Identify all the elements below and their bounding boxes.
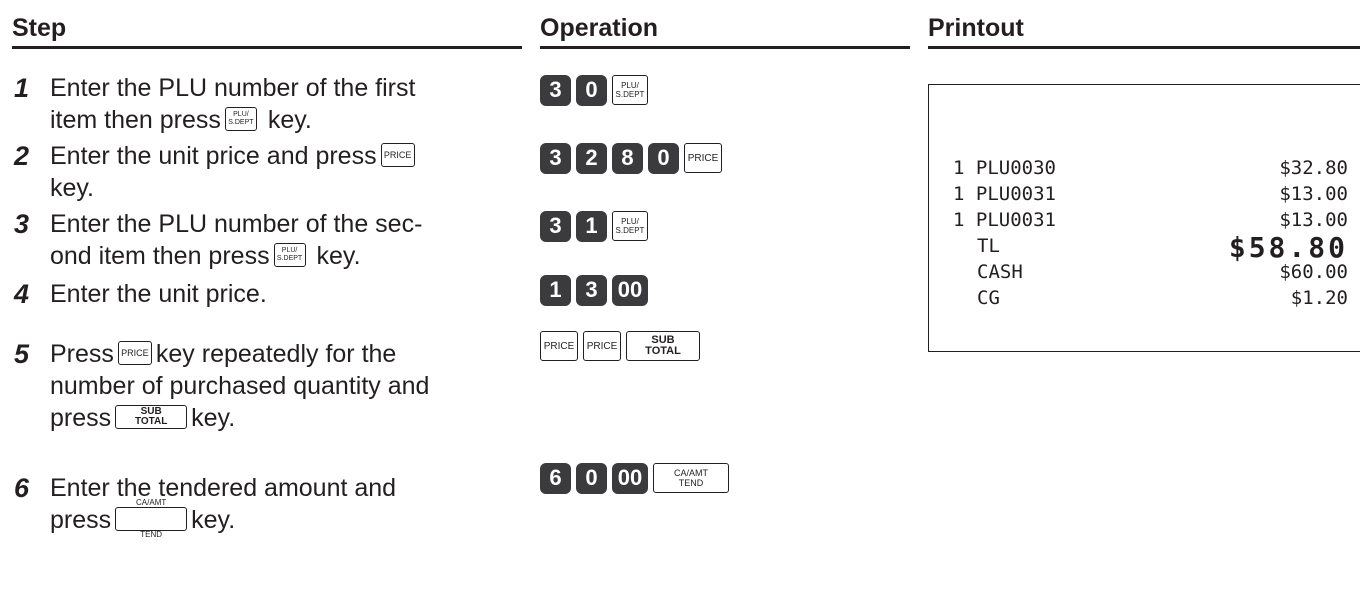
numeric-key: 00 [612, 462, 648, 494]
step-number: 1 [14, 73, 30, 103]
step-number: 3 [14, 209, 30, 239]
cash-amount: $60.00 [1279, 261, 1348, 283]
step-text: press [50, 404, 112, 432]
step-text: Enter the PLU number of the first [50, 74, 416, 102]
receipt-line: 1 PLU0030 $32.80 [953, 157, 1348, 183]
printout-header: Printout [928, 14, 1024, 42]
numeric-key: 00 [612, 274, 648, 306]
step-text: Enter the PLU number of the sec- [50, 210, 423, 238]
receipt-cash-line: CASH $60.00 [953, 261, 1348, 287]
receipt-change-line: CG $1.20 [953, 287, 1348, 313]
operation-step-1: 3 0 PLU/S.DEPT [540, 74, 648, 106]
step-number: 6 [14, 473, 30, 503]
numeric-key: 2 [576, 142, 607, 174]
cash-label: CASH [977, 261, 1023, 283]
numeric-key: 1 [540, 274, 571, 306]
ca-amt-tend-key-icon: CA/AMT TEND [115, 498, 188, 539]
price-key-icon: PRICE [583, 331, 621, 361]
step-text: press [50, 506, 112, 534]
receipt-item: 1 PLU0031 [953, 209, 1056, 231]
receipt-amount: $32.80 [1279, 157, 1348, 179]
operation-step-3: 3 1 PLU/S.DEPT [540, 210, 648, 242]
receipt-line: 1 PLU0031 $13.00 [953, 183, 1348, 209]
receipt-amount: $13.00 [1279, 183, 1348, 205]
price-key-icon: PRICE [540, 331, 578, 361]
step-text: key. [191, 506, 236, 534]
step-text: Enter the unit price and press [50, 142, 377, 170]
numeric-key: 3 [540, 142, 571, 174]
step-text: key. [316, 242, 361, 270]
subtotal-key-icon: SUB TOTAL [626, 331, 700, 361]
numeric-key: 0 [576, 462, 607, 494]
step-number: 2 [14, 141, 30, 171]
operation-header: Operation [540, 14, 659, 42]
plu-sdept-key-icon: PLU/S.DEPT [612, 75, 648, 105]
step-text: Press [50, 340, 114, 368]
subtotal-key-icon: SUB TOTAL [115, 405, 188, 430]
receipt-item: 1 PLU0030 [953, 157, 1056, 179]
numeric-key: 0 [576, 74, 607, 106]
receipt-printout: 1 PLU0030 $32.80 1 PLU0031 $13.00 1 PLU0… [928, 84, 1360, 352]
operation-step-5: PRICE PRICE SUB TOTAL [540, 330, 700, 362]
step-5: 5 Press PRICE key repeatedly for the numbe… [14, 338, 519, 434]
receipt-amount: $13.00 [1279, 209, 1348, 231]
receipt-total-line: TL $58.80 [953, 231, 1348, 264]
printout-rule [928, 46, 1360, 49]
step-3: 3 Enter the PLU number of the sec- ond i… [14, 208, 519, 272]
step-text: Enter the tendered amount and [50, 474, 397, 502]
total-label: TL [977, 235, 1000, 257]
plu-sdept-key-icon: PLU/S.DEPT [612, 211, 648, 241]
operation-step-2: 3 2 8 0 PRICE [540, 142, 722, 174]
step-text: key. [267, 106, 312, 134]
plu-sdept-key-icon: PLU/S.DEPT [224, 107, 257, 132]
numeric-key: 3 [540, 74, 571, 106]
step-number: 4 [14, 279, 30, 309]
plu-sdept-key-icon: PLU/S.DEPT [273, 243, 306, 268]
step-2: 2 Enter the unit price and press PRICE ke… [14, 140, 519, 204]
operation-step-4: 1 3 00 [540, 274, 648, 306]
numeric-key: 1 [576, 210, 607, 242]
change-amount: $1.20 [1290, 287, 1348, 309]
step-1: 1 Enter the PLU number of the first item… [14, 72, 519, 136]
numeric-key: 0 [648, 142, 679, 174]
operation-rule [540, 46, 910, 49]
numeric-key: 8 [612, 142, 643, 174]
price-key-icon: PRICE [684, 143, 722, 173]
step-4: 4 Enter the unit price. [14, 278, 519, 310]
step-text: number of purchased quantity and [50, 372, 430, 400]
step-text: Enter the unit price. [50, 280, 267, 308]
operation-step-6: 6 0 00 CA/AMT TEND [540, 462, 729, 494]
price-key-icon: PRICE [380, 143, 415, 168]
ca-amt-tend-key-icon: CA/AMT TEND [653, 463, 729, 493]
step-text: item then press [50, 106, 221, 134]
step-number: 5 [14, 339, 30, 369]
step-6: 6 Enter the tendered amount and press CA/… [14, 472, 519, 539]
numeric-key: 6 [540, 462, 571, 494]
step-text: ond item then press [50, 242, 270, 270]
total-amount: $58.80 [1228, 231, 1348, 264]
receipt-item: 1 PLU0031 [953, 183, 1056, 205]
numeric-key: 3 [540, 210, 571, 242]
step-text: key. [191, 404, 236, 432]
change-label: CG [977, 287, 1000, 309]
step-rule [12, 46, 522, 49]
numeric-key: 3 [576, 274, 607, 306]
step-text: key repeatedly for the [155, 340, 397, 368]
price-key-icon: PRICE [117, 341, 152, 366]
step-text: key. [50, 174, 94, 202]
step-header: Step [12, 14, 67, 42]
